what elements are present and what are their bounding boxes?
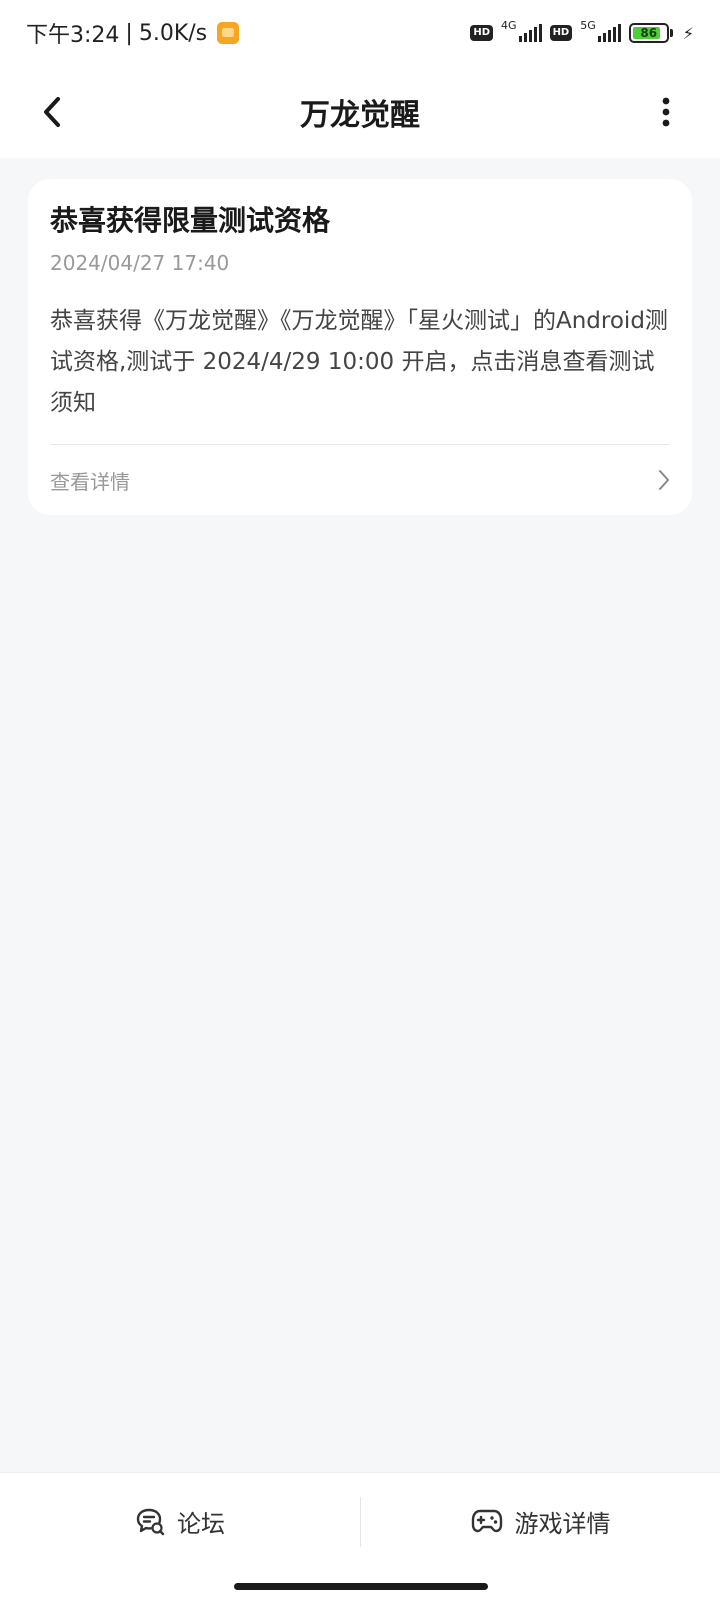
bottom-bar: 论坛 游戏详情 <box>0 1472 720 1600</box>
signal-4g-icon: 4G <box>501 19 542 42</box>
signal-bars <box>518 24 542 42</box>
status-separator: | <box>125 20 133 46</box>
home-indicator[interactable] <box>234 1583 488 1590</box>
page-title: 万龙觉醒 <box>300 98 420 133</box>
message-time: 2024/04/27 17:40 <box>50 251 230 275</box>
battery-icon: 86 <box>628 23 673 43</box>
battery-body: 86 <box>628 23 669 43</box>
game-details-label: 游戏详情 <box>514 1509 611 1538</box>
chevron-left-icon <box>44 97 60 127</box>
game-details-button[interactable]: 游戏详情 <box>361 1491 720 1551</box>
forum-label: 论坛 <box>177 1509 225 1538</box>
signal-bars <box>597 24 621 42</box>
signal-5g-icon: 5G <box>580 19 621 42</box>
more-vertical-icon <box>662 97 670 127</box>
more-button[interactable] <box>642 88 690 136</box>
page: 下午3:24 | 5.0K/s HD 4G HD 5G 86 ⚡ 万龙觉醒 恭喜… <box>0 0 720 1600</box>
chat-bubble-icon <box>136 1508 165 1536</box>
status-left: 下午3:24 | 5.0K/s <box>26 17 240 49</box>
chevron-right-icon <box>652 468 676 492</box>
back-button[interactable] <box>28 88 76 136</box>
view-details-link[interactable]: 查看详情 <box>50 445 676 515</box>
net-type-label: 4G <box>501 19 517 32</box>
forum-button[interactable]: 论坛 <box>0 1491 360 1551</box>
hd-icon: HD <box>470 25 494 41</box>
net-type-label: 5G <box>580 19 596 32</box>
nav-bar: 万龙觉醒 <box>0 66 720 158</box>
message-body: 恭喜获得《万龙觉醒》《万龙觉醒》「星火测试」的Android测试资格,测试于 2… <box>50 308 668 416</box>
status-net-speed: 5.0K/s <box>138 20 208 46</box>
message-title: 恭喜获得限量测试资格 <box>50 204 331 237</box>
charging-bolt-icon: ⚡ <box>682 23 694 43</box>
status-time: 下午3:24 <box>26 23 120 48</box>
battery-level: 86 <box>640 26 658 40</box>
message-card[interactable]: 恭喜获得限量测试资格 2024/04/27 17:40 恭喜获得《万龙觉醒》《万… <box>28 179 692 515</box>
gamepad-icon <box>471 1509 502 1533</box>
hd-icon: HD <box>549 25 573 41</box>
view-details-label: 查看详情 <box>50 469 130 494</box>
status-bar: 下午3:24 | 5.0K/s HD 4G HD 5G 86 ⚡ <box>0 0 720 66</box>
notification-app-icon <box>217 22 240 44</box>
battery-tip <box>669 29 673 37</box>
status-right: HD 4G HD 5G 86 ⚡ <box>470 19 694 43</box>
